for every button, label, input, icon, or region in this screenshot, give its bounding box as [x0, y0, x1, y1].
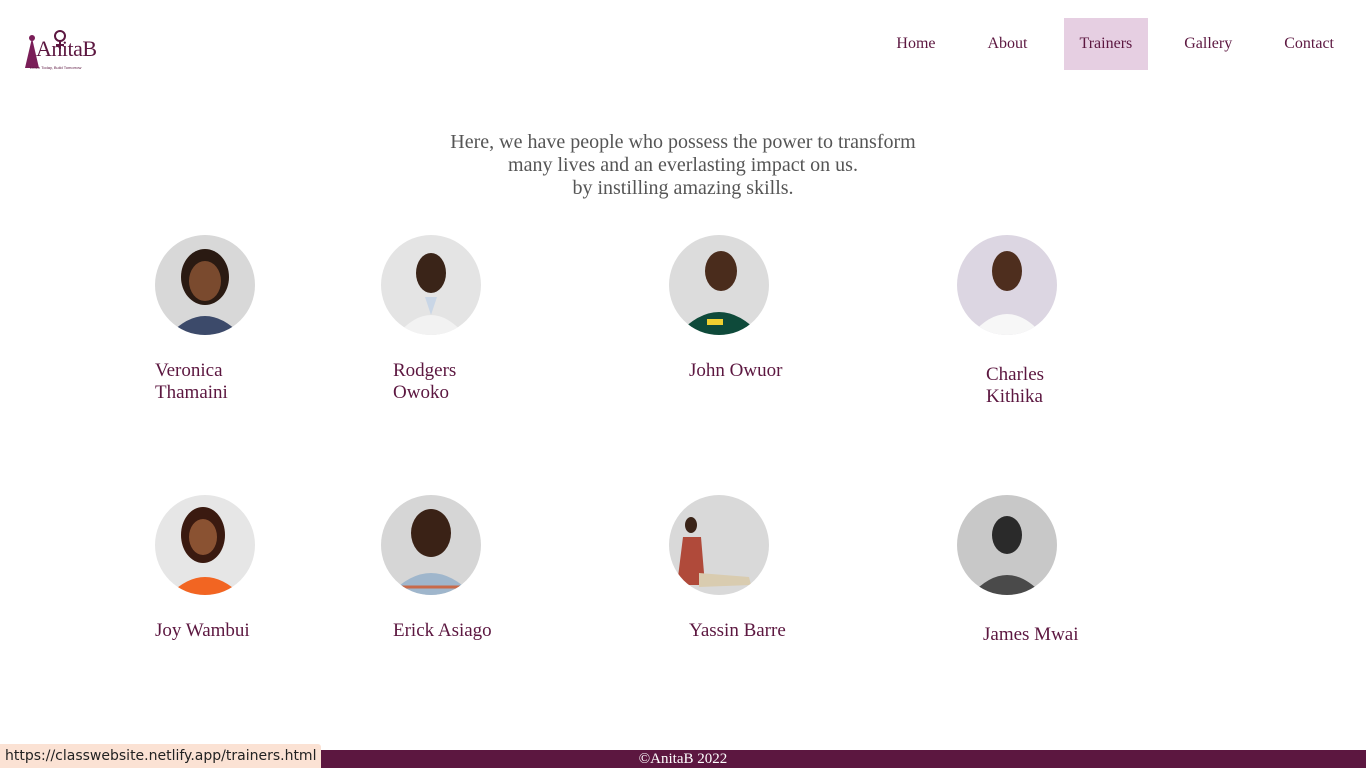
nav-about[interactable]: About: [972, 18, 1044, 70]
trainer-name: Yassin Barre: [689, 620, 786, 641]
brand-logo[interactable]: AnitaB Learn Today, Build Tomorrow: [22, 30, 97, 72]
status-bar-url: https://classwebsite.netlify.app/trainer…: [0, 744, 322, 768]
nav-gallery[interactable]: Gallery: [1168, 18, 1248, 70]
logo-tagline: Learn Today, Build Tomorrow: [30, 65, 82, 70]
trainer-card: Yassin Barre: [669, 495, 899, 642]
logo-text: AnitaB: [36, 36, 97, 61]
trainer-photo: [957, 235, 1057, 335]
trainer-name: Charles Kithika: [986, 364, 1045, 407]
page: AnitaB Learn Today, Build Tomorrow Home …: [0, 0, 1366, 768]
trainer-name: James Mwai: [983, 624, 1079, 645]
trainer-photo: [669, 495, 769, 595]
trainer-photo: [155, 235, 255, 335]
nav-home[interactable]: Home: [880, 18, 951, 70]
trainer-card: Rodgers Owoko: [381, 235, 611, 404]
trainer-name: Erick Asiago: [393, 620, 492, 641]
main-nav: Home About Trainers Gallery Contact: [860, 18, 1350, 70]
trainer-photo: [669, 235, 769, 335]
trainer-photo: [155, 495, 255, 595]
trainer-card: Erick Asiago: [381, 495, 611, 642]
trainer-name: Rodgers Owoko: [393, 360, 457, 403]
intro-text: Here, we have people who possess the pow…: [0, 131, 1366, 200]
trainer-card: Veronica Thamaini: [155, 235, 385, 404]
trainer-photo: [381, 495, 481, 595]
trainer-card: James Mwai: [957, 495, 1187, 646]
trainer-card: John Owuor: [669, 235, 899, 382]
trainer-card: Joy Wambui: [155, 495, 385, 642]
trainer-name: Joy Wambui: [155, 620, 250, 641]
intro-line: Here, we have people who possess the pow…: [450, 131, 916, 153]
trainer-name: Veronica Thamaini: [155, 360, 228, 403]
trainer-photo: [381, 235, 481, 335]
trainer-photo: [957, 495, 1057, 595]
intro-line: by instilling amazing skills.: [572, 177, 794, 199]
footer-copyright: ©AnitaB 2022: [638, 751, 728, 767]
trainer-name: John Owuor: [689, 360, 783, 381]
trainer-card: Charles Kithika: [957, 235, 1187, 408]
intro-line: many lives and an everlasting impact on …: [508, 154, 858, 176]
nav-contact[interactable]: Contact: [1268, 18, 1350, 70]
nav-trainers[interactable]: Trainers: [1063, 18, 1149, 70]
